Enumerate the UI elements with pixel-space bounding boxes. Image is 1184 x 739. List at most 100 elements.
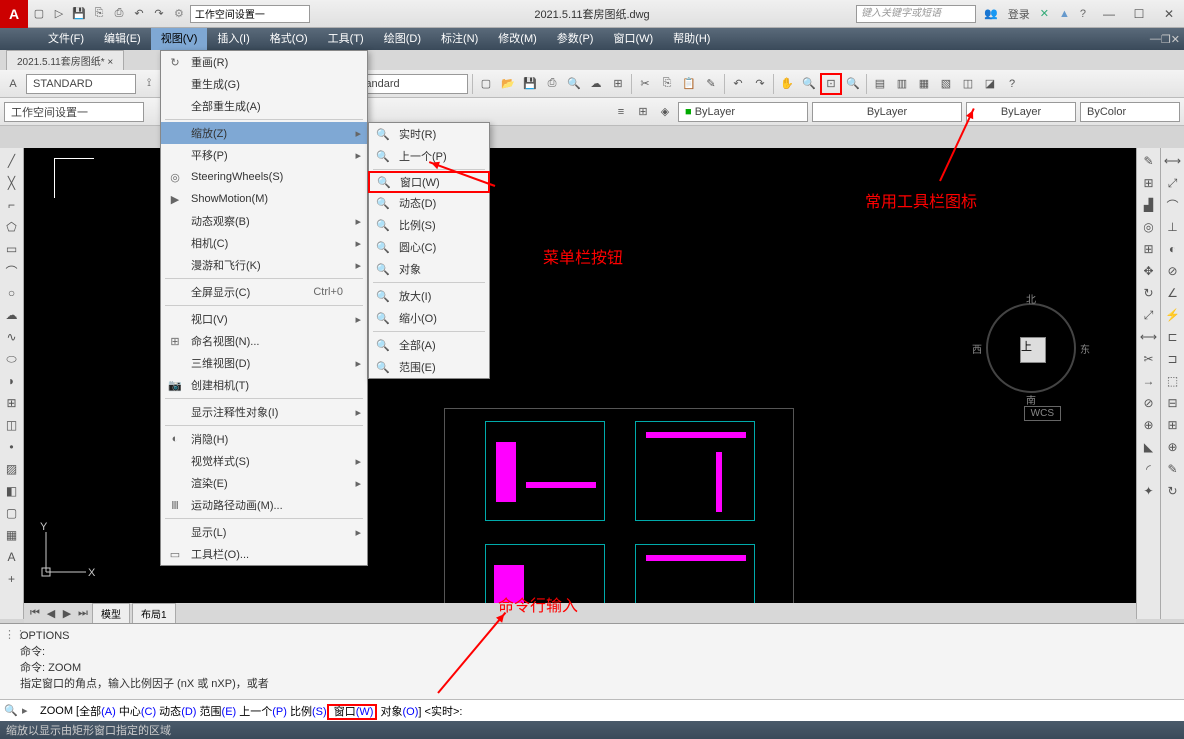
layer-icon[interactable]: ≡ [610,101,632,123]
dim-arc-icon[interactable]: ⌒ [1164,196,1182,214]
tab-prev-icon[interactable]: ◀ [44,606,58,620]
match-icon[interactable]: ✎ [700,73,722,95]
dim-center-icon[interactable]: ⊕ [1164,438,1182,456]
cmd-search-icon[interactable]: 🔍 [4,704,22,717]
offset-icon[interactable]: ◎ [1140,218,1158,236]
arc-icon[interactable]: ⌒ [3,262,21,280]
menu-item[interactable]: 视口(V)▸ [161,308,367,330]
fillet-icon[interactable]: ◜ [1140,460,1158,478]
help-search-input[interactable]: 键入关键字或短语 [856,5,976,23]
submenu-item[interactable]: 🔍动态(D) [369,192,489,214]
paste-icon[interactable]: 📋 [678,73,700,95]
open-icon[interactable]: ▷ [50,5,68,23]
menu-dimension[interactable]: 标注(N) [431,28,488,50]
dim-aligned-icon[interactable]: ⤢ [1164,174,1182,192]
menu-item[interactable]: ↻重画(R) [161,51,367,73]
menu-modify[interactable]: 修改(M) [488,28,547,50]
submenu-item[interactable]: 🔍实时(R) [369,123,489,145]
app-logo[interactable]: A [0,0,28,28]
style-combo[interactable]: STANDARD [26,74,136,94]
dim-space-icon[interactable]: ⬚ [1164,372,1182,390]
plot-icon[interactable]: ⊞ [607,73,629,95]
zoom-prev-icon[interactable]: 🔍 [842,73,864,95]
menu-item[interactable]: ◎SteeringWheels(S) [161,166,367,188]
trim-icon[interactable]: ✂ [1140,350,1158,368]
submenu-item[interactable]: 🔍范围(E) [369,356,489,378]
break-icon[interactable]: ⊘ [1140,394,1158,412]
submenu-item[interactable]: 🔍缩小(O) [369,307,489,329]
compass-n[interactable]: 北 [1026,291,1036,306]
submenu-item[interactable]: 🔍对象 [369,258,489,280]
menu-item[interactable]: 重生成(G) [161,73,367,95]
doc-close-icon[interactable]: ✕ [1171,33,1180,46]
dim-ord-icon[interactable]: ⊥ [1164,218,1182,236]
close-button[interactable]: ✕ [1154,4,1184,24]
menu-item[interactable]: 相机(C)▸ [161,232,367,254]
sheet-icon[interactable]: ▥ [891,73,913,95]
menu-item[interactable]: 渲染(E)▸ [161,472,367,494]
dim-rad-icon[interactable]: ◐ [1164,240,1182,258]
print-icon[interactable]: ⎙ [110,5,128,23]
dim-base-icon[interactable]: ⊏ [1164,328,1182,346]
dim-dia-icon[interactable]: ⊘ [1164,262,1182,280]
menu-edit[interactable]: 编辑(E) [94,28,151,50]
menu-window[interactable]: 窗口(W) [603,28,663,50]
join-icon[interactable]: ⊕ [1140,416,1158,434]
tab-first-icon[interactable]: ⏮ [28,606,42,620]
minimize-button[interactable]: — [1094,4,1124,24]
table-icon[interactable]: ▦ [3,526,21,544]
dim-edit-icon[interactable]: ✎ [1164,460,1182,478]
menu-item[interactable]: 视觉样式(S)▸ [161,450,367,472]
dim-ang-icon[interactable]: ∠ [1164,284,1182,302]
menu-help[interactable]: 帮助(H) [663,28,720,50]
submenu-item[interactable]: 🔍放大(I) [369,285,489,307]
undo-icon[interactable]: ↶ [130,5,148,23]
block-make-icon[interactable]: ◫ [3,416,21,434]
menu-item[interactable]: 三维视图(D)▸ [161,352,367,374]
print2-icon[interactable]: ⎙ [541,73,563,95]
login-link[interactable]: 登录 [1008,6,1030,22]
undo2-icon[interactable]: ↶ [727,73,749,95]
menu-item[interactable]: ⊞命名视图(N)... [161,330,367,352]
submenu-item[interactable]: 🔍圆心(C) [369,236,489,258]
submenu-item[interactable]: 🔍全部(A) [369,334,489,356]
line-icon[interactable]: ╱ [3,152,21,170]
menu-item[interactable]: 显示注释性对象(I)▸ [161,401,367,423]
wcs-label[interactable]: WCS [1024,406,1061,421]
mtext-icon[interactable]: A [3,548,21,566]
publish-icon[interactable]: ☁ [585,73,607,95]
compass-w[interactable]: 西 [972,341,982,356]
block2-icon[interactable]: ◪ [979,73,1001,95]
calc-icon[interactable]: ▧ [935,73,957,95]
circle-icon[interactable]: ○ [3,284,21,302]
menu-item[interactable]: 动态观察(B)▸ [161,210,367,232]
mirror-icon[interactable]: ▟ [1140,196,1158,214]
menu-tools[interactable]: 工具(T) [318,28,374,50]
maximize-button[interactable]: ☐ [1124,4,1154,24]
help-icon[interactable]: ? [1080,8,1086,20]
menu-file[interactable]: 文件(F) [38,28,94,50]
new2-icon[interactable]: ▢ [475,73,497,95]
linetype-combo[interactable]: ByLayer [812,102,962,122]
extend-icon[interactable]: → [1140,372,1158,390]
menu-item[interactable]: ▶ShowMotion(M) [161,188,367,210]
menu-item[interactable]: 显示(L)▸ [161,521,367,543]
cmd-chevron-icon[interactable]: ▸ [22,704,40,717]
workspace-selector[interactable]: 工作空间设置一 [190,5,310,23]
help2-icon[interactable]: ? [1001,73,1023,95]
copy2-icon[interactable]: ⊞ [1140,174,1158,192]
ellipse-icon[interactable]: ⬭ [3,350,21,368]
tab-layout1[interactable]: 布局1 [132,603,176,624]
array-icon[interactable]: ⊞ [1140,240,1158,258]
rect-icon[interactable]: ▭ [3,240,21,258]
xline-icon[interactable]: ╳ [3,174,21,192]
viewcube-top[interactable]: 上 [1020,337,1046,363]
app-icon[interactable]: ▲ [1059,8,1070,20]
copy-icon[interactable]: ⎘ [656,73,678,95]
color-combo[interactable]: ByColor [1080,102,1180,122]
dim-tol-icon[interactable]: ⊞ [1164,416,1182,434]
submenu-item[interactable]: 🔍比例(S) [369,214,489,236]
doc-minimize-icon[interactable]: — [1150,33,1161,46]
menu-param[interactable]: 参数(P) [547,28,604,50]
tool-pal-icon[interactable]: ▦ [913,73,935,95]
